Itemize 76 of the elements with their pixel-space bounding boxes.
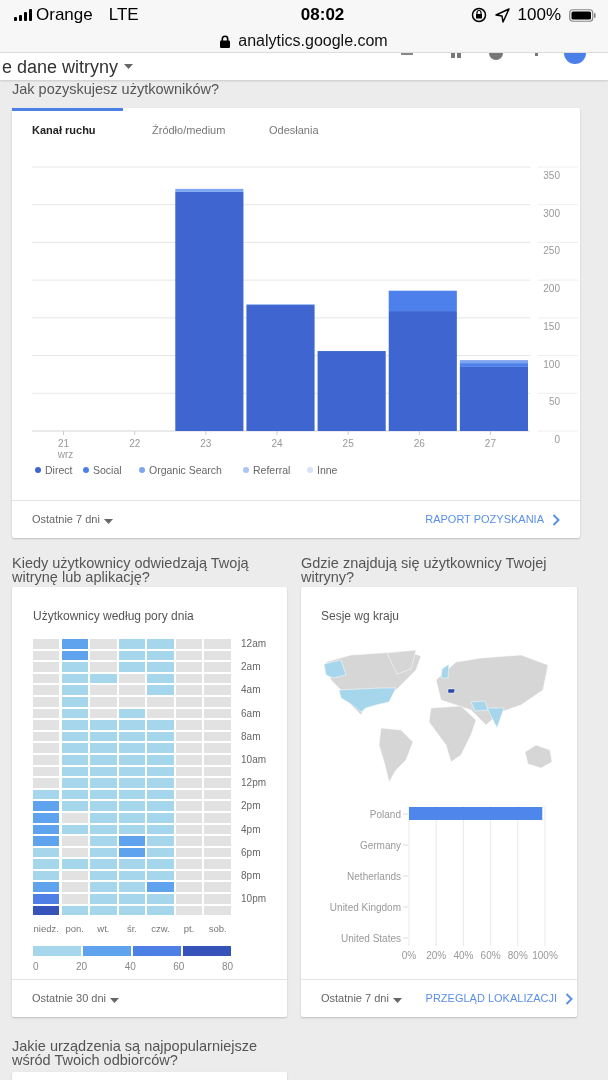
- axis-label: wrz: [57, 448, 74, 459]
- axis-label: 25: [342, 437, 354, 449]
- axis-label: United States: [340, 933, 401, 944]
- axis-label: 200: [543, 282, 560, 294]
- legend-label: Inne: [317, 462, 338, 478]
- carrier-name: Orange: [36, 4, 93, 27]
- time-label: 8am: [240, 731, 262, 744]
- day-label: wt.: [97, 922, 110, 935]
- time-label: 6pm: [240, 847, 262, 860]
- tab[interactable]: Kanał ruchu: [32, 122, 152, 139]
- axis-label: 100: [543, 358, 560, 370]
- day-label: pon.: [65, 922, 84, 935]
- scale-label: 0: [33, 960, 39, 975]
- axis-label: 26: [413, 437, 425, 449]
- axis-label: 0: [554, 433, 560, 445]
- time-label: 12pm: [240, 778, 268, 791]
- battery-percent: 100%: [517, 4, 561, 27]
- legend-label: Social: [93, 462, 122, 478]
- axis-label: 100%: [532, 950, 558, 961]
- date-range-dropdown[interactable]: Ostatnie 7 dni: [32, 511, 113, 528]
- axis-label: 150: [543, 320, 560, 332]
- day-label: pt.: [183, 922, 195, 935]
- axis-label: 22: [129, 437, 141, 449]
- time-label: 10pm: [240, 894, 268, 907]
- tab[interactable]: Odesłania: [269, 122, 369, 139]
- axis-label: United Kingdom: [329, 902, 401, 913]
- axis-label: 60%: [480, 950, 501, 961]
- day-label: sob.: [208, 922, 227, 935]
- legend-label: Organic Search: [149, 462, 222, 478]
- time-label: 2am: [240, 662, 262, 675]
- axis-label: Poland: [369, 809, 401, 820]
- scale-label: 40: [124, 960, 136, 975]
- report-link[interactable]: PRZEGLĄD LOKALIZACJI: [425, 990, 557, 1007]
- section-heading: Gdzie znajdują się użytkownicy Twojej witryny?: [301, 555, 547, 585]
- axis-label: 250: [543, 244, 560, 256]
- chart-title: Sesje wg kraju: [321, 608, 401, 625]
- report-link[interactable]: RAPORT POZYSKANIA: [425, 511, 544, 528]
- day-label: czw.: [151, 922, 170, 935]
- time-label: 4pm: [240, 824, 262, 837]
- axis-label: 0%: [401, 950, 417, 961]
- legend-label: Direct: [45, 462, 73, 478]
- url-text: analytics.google.com: [238, 31, 388, 51]
- scale-label: 20: [76, 960, 88, 975]
- time-label: 12am: [240, 639, 268, 651]
- clock-time: 08:02: [300, 4, 345, 27]
- scale-label: 60: [173, 960, 185, 975]
- section-heading: Jak pozyskujesz użytkowników?: [12, 81, 220, 97]
- axis-label: Netherlands: [347, 871, 401, 882]
- time-label: 4am: [240, 685, 262, 698]
- day-label: śr.: [126, 922, 137, 935]
- date-range-dropdown[interactable]: Ostatnie 7 dni: [321, 990, 402, 1007]
- scale-label: 80: [221, 960, 233, 975]
- axis-label: 80%: [507, 950, 528, 961]
- network-type: LTE: [108, 4, 139, 27]
- axis-label: 21: [58, 437, 70, 449]
- section-heading: Jakie urządzenia są najpopularniejsze wśród Twoich odbiorców?: [12, 1038, 258, 1068]
- time-label: 2pm: [240, 801, 262, 814]
- axis-label: 300: [543, 207, 560, 219]
- axis-label: Germany: [359, 840, 401, 851]
- section-heading: Kiedy użytkownicy odwiedzają Twoją witrynę lub aplikację?: [12, 555, 249, 585]
- time-label: 10am: [240, 754, 268, 767]
- axis-label: 40%: [453, 950, 474, 961]
- chart-title: Użytkownicy według pory dnia: [33, 608, 195, 625]
- legend-label: Referral: [253, 462, 291, 478]
- property-title[interactable]: e dane witryny: [2, 57, 119, 77]
- time-label: 8pm: [240, 870, 262, 883]
- axis-label: 27: [484, 437, 496, 449]
- axis-label: 350: [543, 169, 560, 181]
- day-label: niedz.: [33, 922, 59, 935]
- axis-label: 20%: [426, 950, 447, 961]
- time-label: 6am: [240, 708, 262, 721]
- axis-label: 24: [271, 437, 283, 449]
- axis-label: 23: [200, 437, 212, 449]
- date-range-dropdown[interactable]: Ostatnie 30 dni: [32, 990, 119, 1007]
- tab[interactable]: Źródło/medium: [152, 122, 269, 139]
- axis-label: 50: [548, 395, 560, 407]
